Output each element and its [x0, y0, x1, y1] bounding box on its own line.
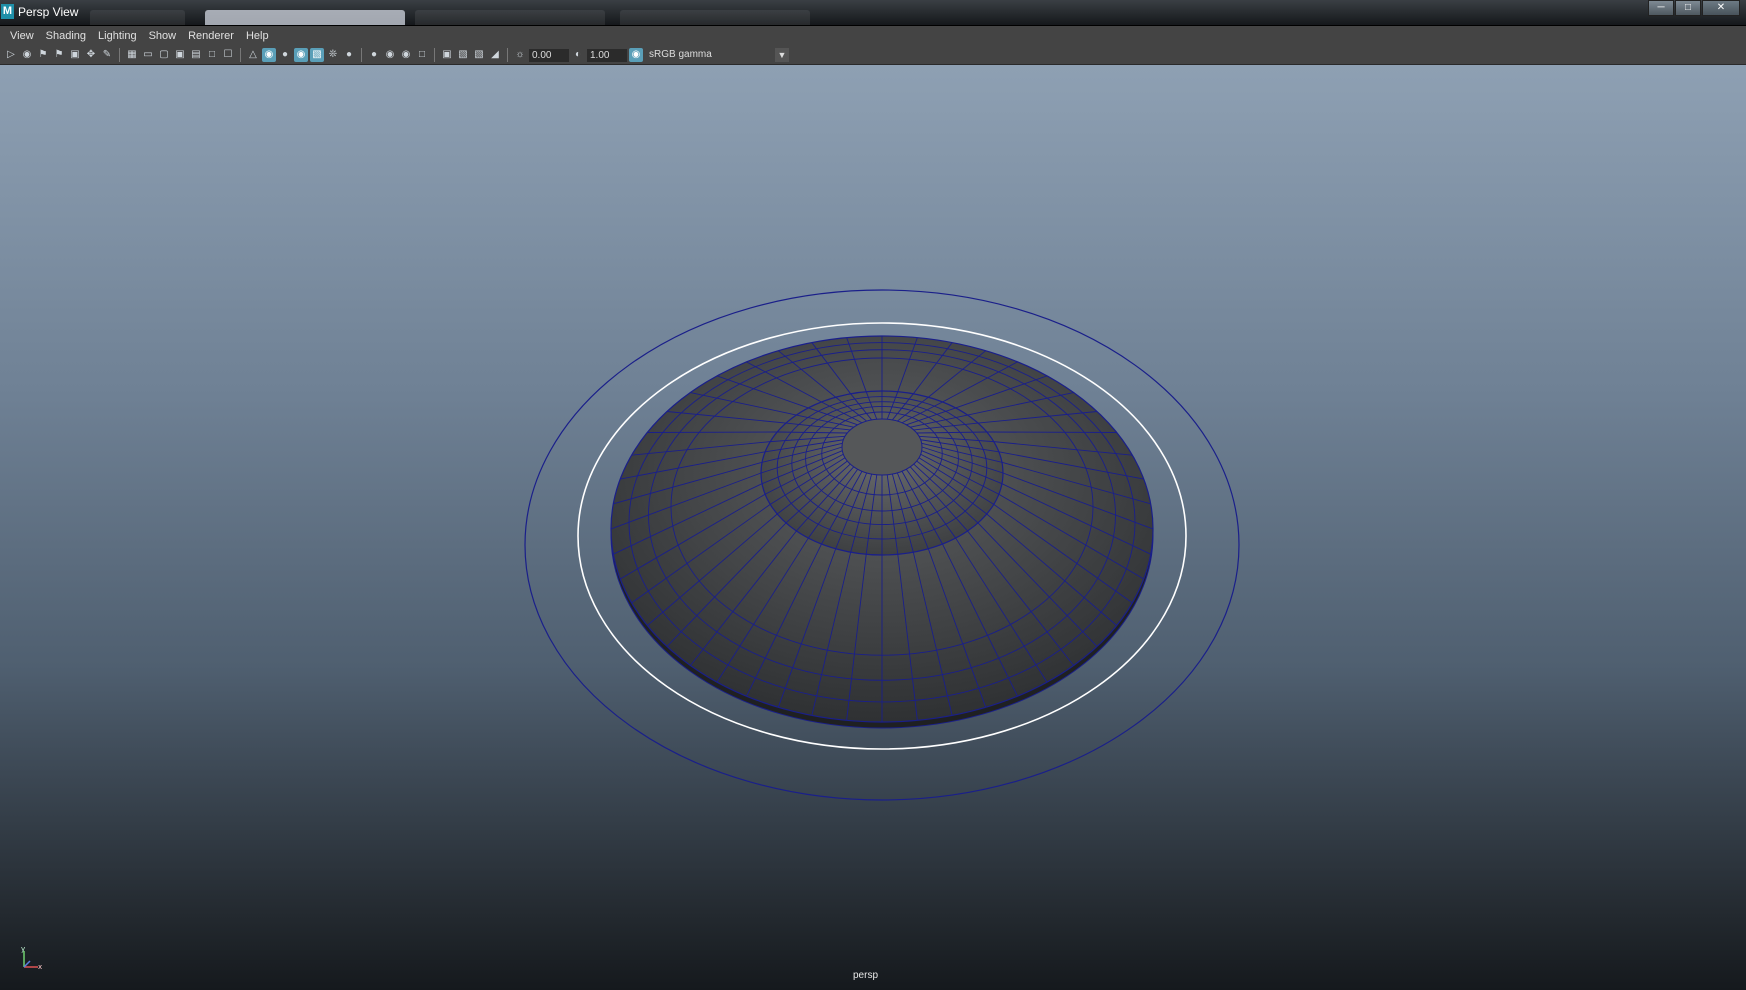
axis-gizmo: y x — [21, 945, 42, 971]
camera-attributes-icon[interactable]: ◉ — [20, 48, 34, 62]
menu-item-view[interactable]: View — [4, 30, 40, 42]
isolate-select-icon[interactable]: ▣ — [440, 48, 454, 62]
menu-item-show[interactable]: Show — [143, 30, 183, 42]
render-icon-group: ● ◉ ◉ □ — [367, 48, 429, 62]
minimize-icon: ─ — [1657, 2, 1665, 13]
dome-cap[interactable] — [841, 418, 923, 476]
resolution-gate-icon[interactable]: ▢ — [157, 48, 171, 62]
depth-of-field-icon[interactable]: □ — [415, 48, 429, 62]
window-title: Persp View — [18, 5, 79, 19]
2d-pan-zoom-icon[interactable]: ✥ — [84, 48, 98, 62]
bookmark-icon[interactable]: ⚑ — [36, 48, 50, 62]
smooth-shade-icon[interactable]: ◉ — [262, 48, 276, 62]
gate-icon-group: ▦ ▭ ▢ ▣ ▤ □ ☐ — [125, 48, 235, 62]
minimize-button[interactable]: ─ — [1648, 0, 1674, 16]
panel-menubar: View Shading Lighting Show Renderer Help — [0, 26, 1746, 46]
background-tab[interactable] — [90, 10, 185, 25]
panel-toolbar: ▷ ◉ ⚑ ⚑ ▣ ✥ ✎ ▦ ▭ ▢ ▣ ▤ □ ☐ △ ◉ ● ◉ ▧ ❊ ● ● ◉ ◉ □ ▣ ▧ ▧ ◢ ☼ 0.00… — [0, 46, 1746, 65]
close-icon: ✕ — [1716, 2, 1726, 13]
toolbar-divider — [119, 48, 120, 62]
menu-item-lighting[interactable]: Lighting — [92, 30, 143, 42]
wire-edge — [986, 431, 1117, 433]
axis-y-label: y — [21, 945, 25, 953]
image-plane-icon[interactable]: ▣ — [68, 48, 82, 62]
window-controls: ─ □ ✕ — [1648, 0, 1740, 16]
xray-icon[interactable]: ▧ — [310, 48, 324, 62]
toolbar-divider — [434, 48, 435, 62]
background-tab[interactable] — [415, 10, 605, 25]
grid-icon[interactable]: ▦ — [125, 48, 139, 62]
field-chart-icon[interactable]: ▤ — [189, 48, 203, 62]
bookmark-add-icon[interactable]: ⚑ — [52, 48, 66, 62]
chevron-down-icon[interactable]: ▼ — [775, 48, 789, 62]
grease-pencil-icon[interactable]: ✎ — [100, 48, 114, 62]
toolbar-divider — [507, 48, 508, 62]
background-tab[interactable] — [205, 10, 405, 25]
maya-app-icon: M — [1, 4, 14, 19]
xray-joints-icon[interactable]: ▧ — [456, 48, 470, 62]
close-button[interactable]: ✕ — [1702, 0, 1740, 16]
safe-action-icon[interactable]: □ — [205, 48, 219, 62]
isolate-icon-group: ▣ ▧ ▧ ◢ — [440, 48, 502, 62]
film-gate-icon[interactable]: ▭ — [141, 48, 155, 62]
camera-name-label: persp — [853, 970, 879, 981]
exposure-icon[interactable]: ☼ — [513, 48, 527, 62]
background-tab[interactable] — [620, 10, 810, 25]
ambient-occlusion-icon[interactable]: ● — [367, 48, 381, 62]
wireframe-icon[interactable]: △ — [246, 48, 260, 62]
select-camera-icon[interactable]: ▷ — [4, 48, 18, 62]
gate-mask-icon[interactable]: ▣ — [173, 48, 187, 62]
maximize-icon: □ — [1684, 2, 1692, 13]
camera-icon-group: ▷ ◉ ⚑ ⚑ ▣ ✥ ✎ — [4, 48, 114, 62]
gamma-field[interactable]: 1.00 — [587, 48, 627, 62]
anti-alias-icon[interactable]: ◉ — [399, 48, 413, 62]
persp-viewport[interactable]: y x persp — [0, 65, 1746, 990]
menu-item-help[interactable]: Help — [240, 30, 275, 42]
menu-item-shading[interactable]: Shading — [40, 30, 92, 42]
maximize-button[interactable]: □ — [1675, 0, 1701, 16]
lights-icon[interactable]: ❊ — [326, 48, 340, 62]
menu-item-renderer[interactable]: Renderer — [182, 30, 240, 42]
shadows-icon[interactable]: ● — [342, 48, 356, 62]
safe-title-icon[interactable]: ☐ — [221, 48, 235, 62]
motion-blur-icon[interactable]: ◉ — [383, 48, 397, 62]
axis-x-label: x — [38, 963, 42, 971]
window-titlebar: M Persp View ─ □ ✕ — [0, 0, 1746, 26]
color-management-icon[interactable]: ◉ — [629, 48, 643, 62]
exposure-field[interactable]: 0.00 — [529, 48, 569, 62]
default-material-icon[interactable]: ● — [278, 48, 292, 62]
toolbar-divider — [361, 48, 362, 62]
xray-components-icon[interactable]: ▧ — [472, 48, 486, 62]
wireframe-on-shaded-icon[interactable]: ◉ — [294, 48, 308, 62]
scene-canvas[interactable] — [0, 65, 1746, 990]
shading-icon-group: △ ◉ ● ◉ ▧ ❊ ● — [246, 48, 356, 62]
gamma-icon[interactable]: ◐ — [571, 48, 585, 62]
color-space-dropdown[interactable]: sRGB gamma — [645, 48, 773, 62]
backface-icon[interactable]: ◢ — [488, 48, 502, 62]
wire-edge — [647, 431, 778, 433]
toolbar-divider — [240, 48, 241, 62]
